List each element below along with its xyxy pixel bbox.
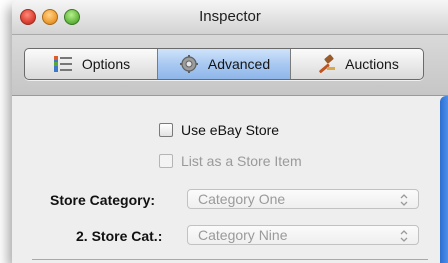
inspector-window: Inspector Options Advanced Auctions Use …: [12, 0, 448, 263]
popup-arrows-icon: [400, 229, 408, 242]
toolbar: Options Advanced Auctions: [12, 35, 448, 96]
section-divider: [32, 259, 428, 260]
window-title: Inspector: [199, 8, 261, 25]
list-as-store-item-checkbox[interactable]: [159, 154, 173, 168]
store-category-value: Category One: [198, 191, 286, 207]
tab-advanced-label: Advanced: [207, 56, 271, 72]
popup-arrows-icon: [400, 193, 408, 206]
use-ebay-store-label: Use eBay Store: [181, 122, 280, 138]
gavel-icon: [315, 54, 337, 74]
options-list-icon: [52, 54, 74, 74]
tab-segmented-control: Options Advanced Auctions: [24, 48, 424, 80]
list-as-store-item-row[interactable]: List as a Store Item: [159, 153, 302, 169]
use-ebay-store-checkbox[interactable]: [159, 123, 173, 137]
tab-options-label: Options: [81, 56, 131, 72]
tab-auctions[interactable]: Auctions: [291, 49, 423, 79]
store-category-select[interactable]: Category One: [187, 189, 419, 209]
tab-advanced[interactable]: Advanced: [158, 49, 291, 79]
title-bar: Inspector: [12, 0, 448, 35]
tab-auctions-label: Auctions: [345, 56, 399, 72]
store-category-2-value: Category Nine: [198, 227, 288, 243]
store-category-label: Store Category:: [50, 192, 156, 208]
scrollbar[interactable]: [440, 96, 448, 263]
gear-icon: [178, 54, 200, 74]
store-category-2-label: 2. Store Cat.:: [76, 228, 163, 244]
store-category-2-select[interactable]: Category Nine: [187, 225, 419, 245]
list-as-store-item-label: List as a Store Item: [181, 153, 302, 169]
tab-options[interactable]: Options: [25, 49, 158, 79]
use-ebay-store-row[interactable]: Use eBay Store: [159, 122, 279, 138]
advanced-panel: Use eBay Store List as a Store Item Stor…: [12, 96, 448, 263]
